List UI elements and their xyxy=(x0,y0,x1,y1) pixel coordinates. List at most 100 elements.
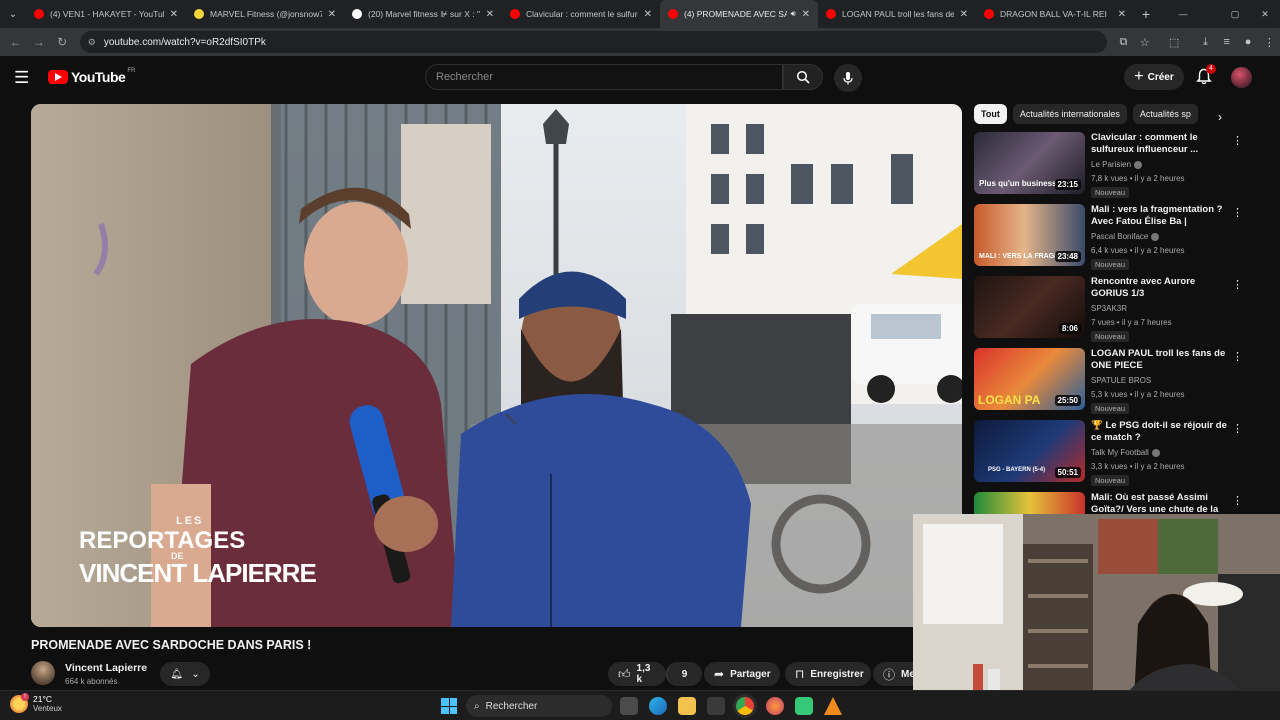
minimize-icon[interactable]: — xyxy=(1170,0,1196,28)
weather-widget[interactable]: ! 21°C Venteux xyxy=(10,692,62,713)
download-icon[interactable]: ⤓ xyxy=(1195,36,1216,49)
close-tab-icon[interactable]: ✕ xyxy=(644,9,652,20)
subscribed-button[interactable]: 🔔︎ ⌄ xyxy=(160,662,210,686)
video-title: PROMENADE AVEC SARDOCHE DANS PARIS ! xyxy=(31,638,312,652)
more-vert-icon[interactable]: ⋮ xyxy=(1232,134,1243,147)
recommendation-item[interactable]: Plus qu'un business 23:15 Clavicular : c… xyxy=(974,132,1264,198)
like-button[interactable]: 👍︎ 1,3 k xyxy=(608,662,666,686)
firefox-icon[interactable] xyxy=(766,697,784,715)
account-avatar[interactable] xyxy=(1231,67,1252,88)
search-placeholder: Rechercher xyxy=(436,71,493,83)
dislike-button[interactable]: 9 xyxy=(666,662,702,686)
thumbnail[interactable]: LOGAN PA 25:50 xyxy=(974,348,1085,410)
recommendation-item[interactable]: MALI : VERS LA FRAGMENTA 23:48 Mali : ve… xyxy=(974,204,1264,270)
favicon-icon xyxy=(668,9,678,19)
recommendation-title[interactable]: Mali : vers la fragmentation ? Avec Fato… xyxy=(1091,204,1229,228)
create-label: Créer xyxy=(1147,71,1174,83)
thumbnail[interactable]: 8:06 xyxy=(974,276,1085,338)
close-window-icon[interactable]: ✕ xyxy=(1252,0,1278,28)
cast-icon[interactable]: ⧉ xyxy=(1113,36,1134,49)
favicon-icon xyxy=(194,9,204,19)
browser-tab[interactable]: LOGAN PAUL troll les fans de O ✕ xyxy=(818,0,976,28)
chip-international-news[interactable]: Actualités internationales xyxy=(1012,104,1127,124)
vlc-icon[interactable] xyxy=(824,697,842,715)
close-tab-icon[interactable]: ✕ xyxy=(802,9,810,20)
chip-sports-news[interactable]: Actualités sp xyxy=(1132,104,1198,124)
video-player[interactable]: LES REPORTAGES DE VINCENT LAPIERRE xyxy=(31,104,962,627)
recommendation-title[interactable]: 🏆 Le PSG doit-il se réjouir de ce match … xyxy=(1091,420,1229,444)
browser-tab[interactable]: (4) VEN1 - HAKAYET - YouTube ✕ xyxy=(26,0,186,28)
thumbnail[interactable]: Plus qu'un business 23:15 xyxy=(974,132,1085,194)
bookmark-star-icon[interactable]: ☆ xyxy=(1134,36,1155,49)
audio-playing-icon[interactable]: 🔊︎ xyxy=(791,9,796,19)
task-view-icon[interactable] xyxy=(620,697,638,715)
thumbnail[interactable] xyxy=(974,492,1085,514)
forward-icon[interactable]: → xyxy=(27,35,50,49)
browser-tab[interactable]: DRAGON BALL VA-T-IL REI ✕ xyxy=(976,0,1134,28)
recommendation-title[interactable]: LOGAN PAUL troll les fans de ONE PIECE xyxy=(1091,348,1229,372)
file-explorer-icon[interactable] xyxy=(678,697,696,715)
verified-icon xyxy=(1134,160,1143,169)
create-button[interactable]: + Créer xyxy=(1124,64,1184,90)
more-vert-icon[interactable]: ⋮ xyxy=(1232,494,1243,507)
store-icon[interactable] xyxy=(707,697,725,715)
channel-label: Pascal Boniface xyxy=(1091,232,1149,241)
close-tab-icon[interactable]: ✕ xyxy=(960,9,968,20)
media-control-icon[interactable]: ≡ xyxy=(1216,36,1237,48)
thumbnail[interactable]: MALI : VERS LA FRAGMENTA 23:48 xyxy=(974,204,1085,266)
recommendation-item[interactable]: PSG - BAYERN (5-4) 50:51 🏆 Le PSG doit-i… xyxy=(974,420,1264,486)
profile-icon[interactable]: ● xyxy=(1237,36,1258,48)
recommendation-channel: Le Parisien xyxy=(1091,160,1143,169)
more-vert-icon[interactable]: ⋮ xyxy=(1232,422,1243,435)
browser-menu-icon[interactable]: ⋮ xyxy=(1259,36,1280,49)
taskbar-search[interactable]: ⌕ Rechercher xyxy=(466,695,612,717)
search-button[interactable] xyxy=(783,64,823,90)
close-tab-icon[interactable]: ✕ xyxy=(170,9,178,20)
close-tab-icon[interactable]: ✕ xyxy=(486,9,494,20)
recommendation-meta: 5,3 k vues • il y a 2 heures xyxy=(1091,390,1185,399)
channel-avatar[interactable] xyxy=(31,661,55,685)
close-tab-icon[interactable]: ✕ xyxy=(328,9,336,20)
more-vert-icon[interactable]: ⋮ xyxy=(1232,278,1243,291)
voice-search-button[interactable] xyxy=(834,64,862,92)
recommendation-item[interactable]: LOGAN PA 25:50 LOGAN PAUL troll les fans… xyxy=(974,348,1264,414)
save-button[interactable]: ⊓ Enregistrer xyxy=(785,662,871,686)
thumbnail[interactable]: PSG - BAYERN (5-4) 50:51 xyxy=(974,420,1085,482)
recommendation-item[interactable]: 8:06 Rencontre avec Aurore GORIUS 1/3 SP… xyxy=(974,276,1264,342)
extensions-icon[interactable]: ⬚ xyxy=(1163,36,1184,49)
channel-name[interactable]: Vincent Lapierre xyxy=(65,662,147,674)
recommendation-item[interactable]: Mali: Où est passé Assimi Goïta?/ Vers u… xyxy=(974,492,1264,514)
edge-icon[interactable] xyxy=(649,697,667,715)
share-button[interactable]: ➦ Partager xyxy=(704,662,780,686)
subscriber-count: 664 k abonnés xyxy=(65,677,118,686)
reload-icon[interactable]: ↻ xyxy=(51,35,74,49)
new-tab-button[interactable]: + xyxy=(1134,6,1158,22)
recommendation-title[interactable]: Rencontre avec Aurore GORIUS 1/3 xyxy=(1091,276,1229,300)
search-input[interactable]: Rechercher xyxy=(425,64,783,90)
more-vert-icon[interactable]: ⋮ xyxy=(1232,350,1243,363)
windows-start-icon[interactable] xyxy=(441,698,457,714)
browser-tab[interactable]: Clavicular : comment le sulfure ✕ xyxy=(502,0,660,28)
chevron-right-icon[interactable]: › xyxy=(1218,110,1222,124)
chrome-icon[interactable] xyxy=(736,697,754,715)
recommendation-title[interactable]: Mali: Où est passé Assimi Goïta?/ Vers u… xyxy=(1091,492,1229,514)
menu-icon[interactable]: ☰ xyxy=(14,68,29,88)
chip-all[interactable]: Tout xyxy=(974,104,1007,124)
more-button[interactable]: ⓘ Me xyxy=(873,662,915,686)
site-info-icon[interactable]: ⚙ xyxy=(88,37,96,48)
thumbnail-caption: Plus qu'un business xyxy=(979,179,1057,188)
recommendation-title[interactable]: Clavicular : comment le sulfureux influe… xyxy=(1091,132,1229,156)
url-field[interactable]: ⚙ youtube.com/watch?v=oR2dfSI0TPk xyxy=(79,31,1107,53)
more-vert-icon[interactable]: ⋮ xyxy=(1232,206,1243,219)
browser-tab[interactable]: (20) Marvel fitness ⊯ sur X : "M ✕ xyxy=(344,0,502,28)
browser-tab[interactable]: MARVEL Fitness (@jonsnow78 ✕ xyxy=(186,0,344,28)
overlay-line2: REPORTAGES xyxy=(79,527,245,554)
browser-tab[interactable]: (4) PROMENADE AVEC SAR 🔊︎ ✕ xyxy=(660,0,818,28)
close-tab-icon[interactable]: ✕ xyxy=(1118,9,1126,20)
back-icon[interactable]: ← xyxy=(4,35,27,49)
app-icon[interactable] xyxy=(795,697,813,715)
maximize-icon[interactable]: ▢ xyxy=(1222,0,1248,28)
youtube-logo[interactable]: YouTube FR xyxy=(48,68,135,85)
tab-search-icon[interactable]: ⌄ xyxy=(0,0,26,28)
notifications-button[interactable]: 4 xyxy=(1196,64,1216,86)
